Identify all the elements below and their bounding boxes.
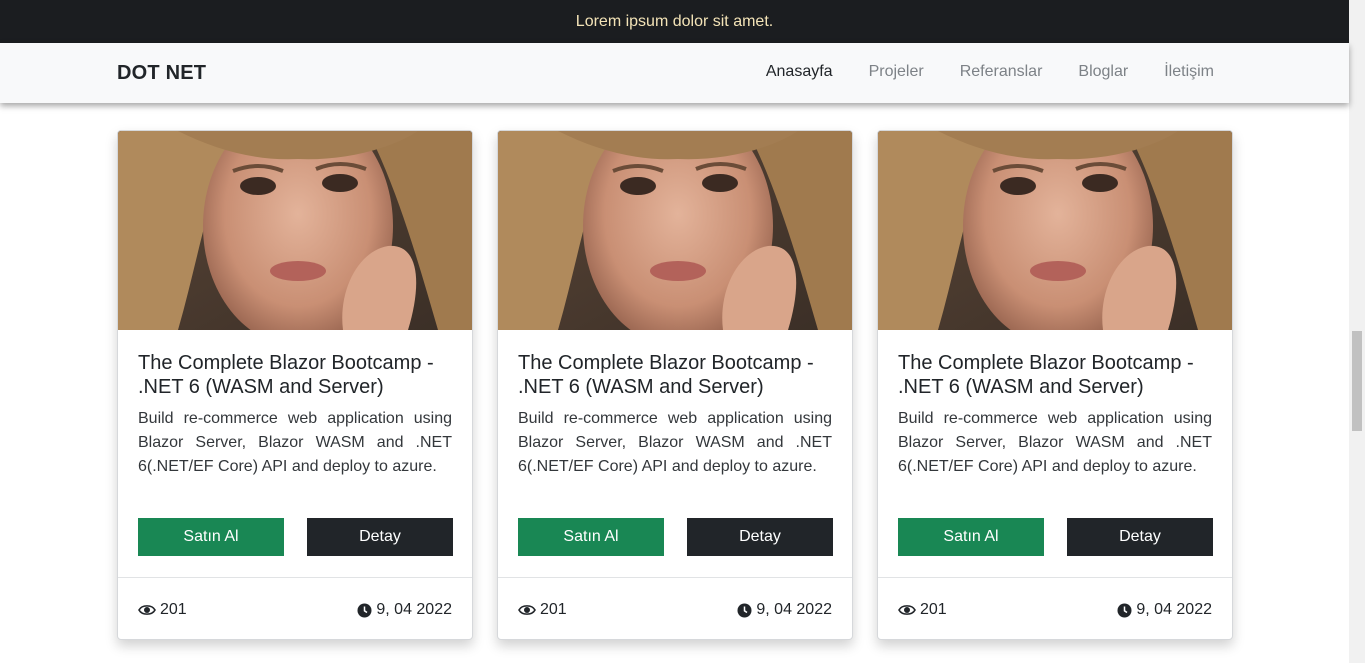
view-count: 201 bbox=[138, 601, 187, 619]
nav-link-home[interactable]: Anasayfa bbox=[766, 63, 833, 81]
eye-icon bbox=[898, 605, 916, 615]
course-image bbox=[118, 131, 472, 330]
course-title: The Complete Blazor Bootcamp - .NET 6 (W… bbox=[518, 352, 814, 398]
view-count: 201 bbox=[898, 601, 947, 619]
view-count-value: 201 bbox=[540, 601, 567, 618]
view-count: 201 bbox=[518, 601, 567, 619]
course-title: The Complete Blazor Bootcamp - .NET 6 (W… bbox=[898, 352, 1194, 398]
brand-logo[interactable]: DOT NET bbox=[117, 62, 206, 85]
course-card-list: The Complete Blazor Bootcamp - .NET 6 (W… bbox=[117, 130, 1233, 640]
publish-date-value: 9, 04 2022 bbox=[756, 601, 832, 618]
card-footer: 201 9, 04 2022 bbox=[878, 577, 1232, 639]
eye-icon bbox=[138, 605, 156, 615]
publish-date-value: 9, 04 2022 bbox=[376, 601, 452, 618]
course-card: The Complete Blazor Bootcamp - .NET 6 (W… bbox=[497, 130, 853, 640]
detail-button[interactable]: Detay bbox=[687, 518, 833, 556]
course-description: Build re-commerce web application using … bbox=[898, 410, 1212, 475]
card-footer: 201 9, 04 2022 bbox=[118, 577, 472, 639]
buy-button[interactable]: Satın Al bbox=[898, 518, 1044, 556]
course-description: Build re-commerce web application using … bbox=[518, 410, 832, 475]
publish-date: 9, 04 2022 bbox=[357, 601, 452, 619]
detail-button[interactable]: Detay bbox=[1067, 518, 1213, 556]
clock-icon bbox=[357, 603, 372, 617]
page-scrollbar[interactable] bbox=[1349, 0, 1365, 663]
publish-date: 9, 04 2022 bbox=[1117, 601, 1212, 619]
announcement-bar: Lorem ipsum dolor sit amet. bbox=[0, 0, 1349, 43]
nav-links: Anasayfa Projeler Referanslar Bloglar İl… bbox=[730, 63, 1214, 81]
publish-date-value: 9, 04 2022 bbox=[1136, 601, 1212, 618]
course-description: Build re-commerce web application using … bbox=[138, 410, 452, 475]
view-count-value: 201 bbox=[160, 601, 187, 618]
portrait-image bbox=[498, 131, 852, 330]
card-footer: 201 9, 04 2022 bbox=[498, 577, 852, 639]
nav-link-references[interactable]: Referanslar bbox=[960, 63, 1043, 81]
view-count-value: 201 bbox=[920, 601, 947, 618]
detail-button[interactable]: Detay bbox=[307, 518, 453, 556]
portrait-image bbox=[878, 131, 1232, 330]
buy-button[interactable]: Satın Al bbox=[138, 518, 284, 556]
nav-link-blogs[interactable]: Bloglar bbox=[1078, 63, 1128, 81]
portrait-image bbox=[118, 131, 472, 330]
clock-icon bbox=[1117, 603, 1132, 617]
course-image bbox=[498, 131, 852, 330]
scrollbar-thumb[interactable] bbox=[1352, 331, 1362, 431]
course-card: The Complete Blazor Bootcamp - .NET 6 (W… bbox=[117, 130, 473, 640]
nav-link-contact[interactable]: İletişim bbox=[1164, 63, 1214, 81]
course-image bbox=[878, 131, 1232, 330]
course-title: The Complete Blazor Bootcamp - .NET 6 (W… bbox=[138, 352, 434, 398]
clock-icon bbox=[737, 603, 752, 617]
eye-icon bbox=[518, 605, 536, 615]
course-card: The Complete Blazor Bootcamp - .NET 6 (W… bbox=[877, 130, 1233, 640]
navbar: DOT NET Anasayfa Projeler Referanslar Bl… bbox=[0, 43, 1349, 103]
announcement-text: Lorem ipsum dolor sit amet. bbox=[575, 12, 774, 30]
buy-button[interactable]: Satın Al bbox=[518, 518, 664, 556]
nav-link-projects[interactable]: Projeler bbox=[869, 63, 924, 81]
publish-date: 9, 04 2022 bbox=[737, 601, 832, 619]
